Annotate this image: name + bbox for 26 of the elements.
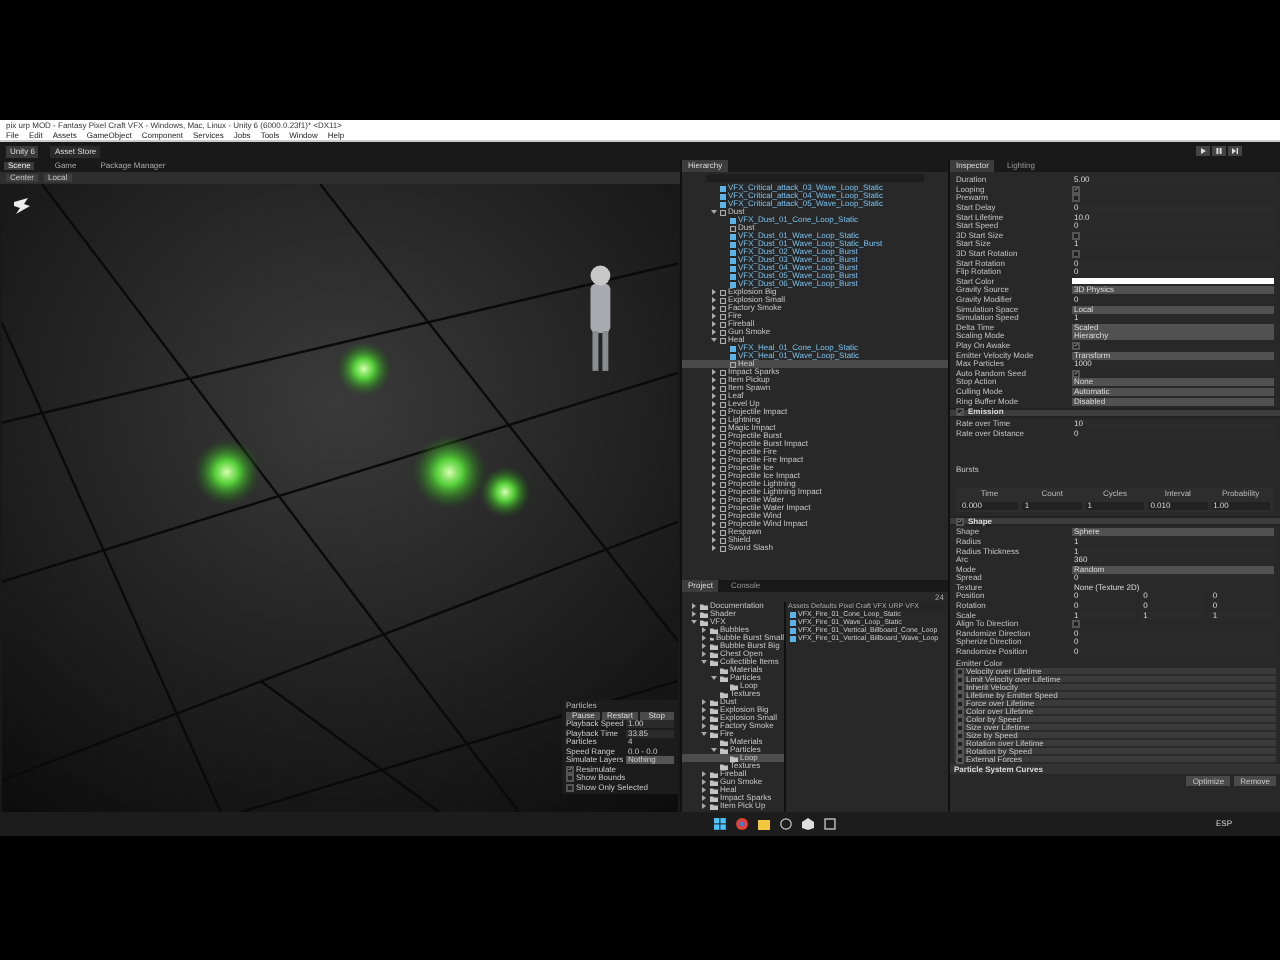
checkbox[interactable] bbox=[956, 517, 964, 526]
caret-icon[interactable] bbox=[710, 208, 718, 216]
cube-icon bbox=[730, 217, 736, 223]
checkbox[interactable] bbox=[1072, 194, 1080, 203]
checkbox[interactable] bbox=[1072, 231, 1080, 240]
checkbox[interactable] bbox=[1072, 620, 1080, 629]
checkbox[interactable] bbox=[1072, 185, 1080, 194]
pause-icon[interactable] bbox=[1212, 146, 1226, 156]
color-swatch[interactable] bbox=[1072, 278, 1274, 285]
browser-icon[interactable] bbox=[735, 818, 748, 830]
checkbox[interactable] bbox=[956, 408, 964, 417]
checkbox[interactable] bbox=[1072, 369, 1080, 378]
playback-controls[interactable] bbox=[1196, 146, 1242, 156]
cube-outline-icon bbox=[730, 225, 736, 231]
checkbox[interactable] bbox=[566, 765, 574, 773]
cube-outline-icon bbox=[720, 209, 726, 215]
checkbox[interactable] bbox=[1072, 341, 1080, 350]
step-icon[interactable] bbox=[1228, 146, 1242, 156]
scene-viewport-drawing[interactable] bbox=[0, 183, 680, 813]
checkbox[interactable] bbox=[566, 774, 574, 782]
windows-icon[interactable] bbox=[713, 818, 726, 830]
folder-icon[interactable] bbox=[757, 818, 770, 830]
checkbox[interactable] bbox=[566, 783, 574, 791]
logo-icon bbox=[12, 196, 32, 216]
checkbox[interactable] bbox=[1072, 250, 1080, 259]
play-icon[interactable] bbox=[1196, 146, 1210, 156]
